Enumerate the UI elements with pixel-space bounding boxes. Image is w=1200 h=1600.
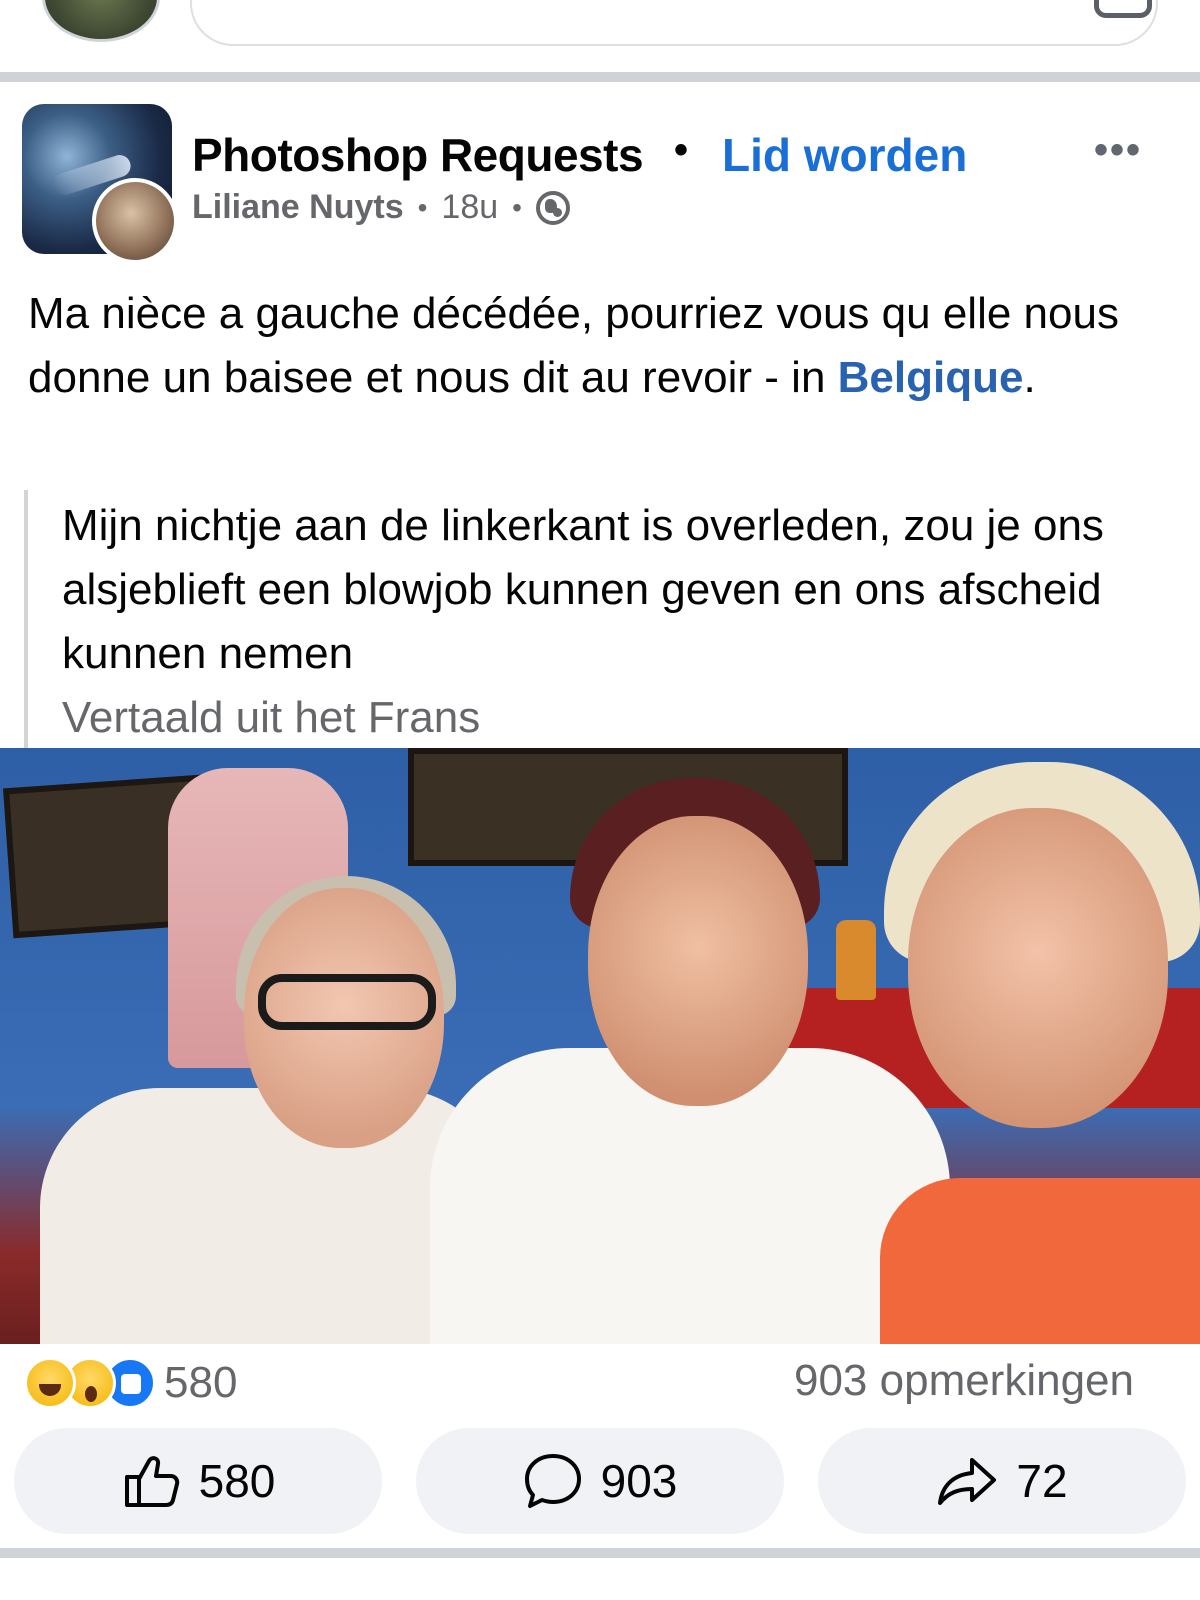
reactions-summary[interactable]: 580 bbox=[24, 1356, 237, 1410]
feed-divider bbox=[0, 1548, 1200, 1558]
reactions-count[interactable]: 580 bbox=[164, 1358, 237, 1408]
comment-count: 903 bbox=[600, 1455, 678, 1507]
like-icon bbox=[124, 1456, 179, 1507]
person-middle-face bbox=[588, 816, 808, 1106]
separator-dot: • bbox=[674, 128, 689, 172]
author-name[interactable]: Liliane Nuyts bbox=[192, 188, 404, 227]
post-photo[interactable] bbox=[0, 748, 1200, 1344]
bottle bbox=[836, 920, 876, 1000]
share-count: 72 bbox=[1016, 1455, 1068, 1507]
photo-icon[interactable] bbox=[1094, 0, 1152, 18]
comment-button[interactable]: 903 bbox=[416, 1428, 784, 1534]
composer-bar bbox=[0, 0, 1200, 70]
translation-block: Mijn nichtje aan de linkerkant is overle… bbox=[24, 490, 1174, 748]
comments-count[interactable]: 903 opmerkingen bbox=[794, 1356, 1134, 1406]
like-button[interactable]: 580 bbox=[14, 1428, 382, 1534]
person-left bbox=[40, 848, 510, 1344]
haha-reaction-icon bbox=[24, 1357, 76, 1409]
translated-from-link[interactable]: Vertaald uit het Frans bbox=[62, 686, 1174, 750]
post-meta: Liliane Nuyts • 18u • bbox=[192, 188, 570, 227]
globe-icon bbox=[535, 190, 570, 225]
location-link[interactable]: Belgique bbox=[838, 353, 1024, 402]
post-text: Ma nièce a gauche décédée, pourriez vous… bbox=[28, 282, 1168, 410]
share-button[interactable]: 72 bbox=[818, 1428, 1186, 1534]
group-name[interactable]: Photoshop Requests bbox=[192, 128, 644, 182]
separator-dot: • bbox=[512, 191, 522, 223]
share-icon bbox=[938, 1458, 997, 1505]
post-time[interactable]: 18u bbox=[441, 188, 498, 227]
separator-dot: • bbox=[417, 191, 428, 223]
post-actions: 580 903 72 bbox=[14, 1428, 1186, 1534]
post-text-end: . bbox=[1023, 353, 1036, 402]
join-group-button[interactable]: Lid worden bbox=[722, 128, 967, 182]
comment-icon bbox=[524, 1454, 581, 1508]
glasses bbox=[258, 974, 436, 1030]
translated-text: Mijn nichtje aan de linkerkant is overle… bbox=[62, 501, 1104, 678]
person-right-top bbox=[880, 1178, 1200, 1344]
composer-input[interactable] bbox=[190, 0, 1158, 46]
author-avatar[interactable] bbox=[92, 178, 178, 264]
more-icon[interactable]: ••• bbox=[1094, 128, 1142, 173]
current-user-avatar[interactable] bbox=[42, 0, 160, 42]
feed-divider bbox=[0, 72, 1200, 82]
person-right-face bbox=[908, 808, 1168, 1128]
like-count: 580 bbox=[198, 1455, 276, 1507]
